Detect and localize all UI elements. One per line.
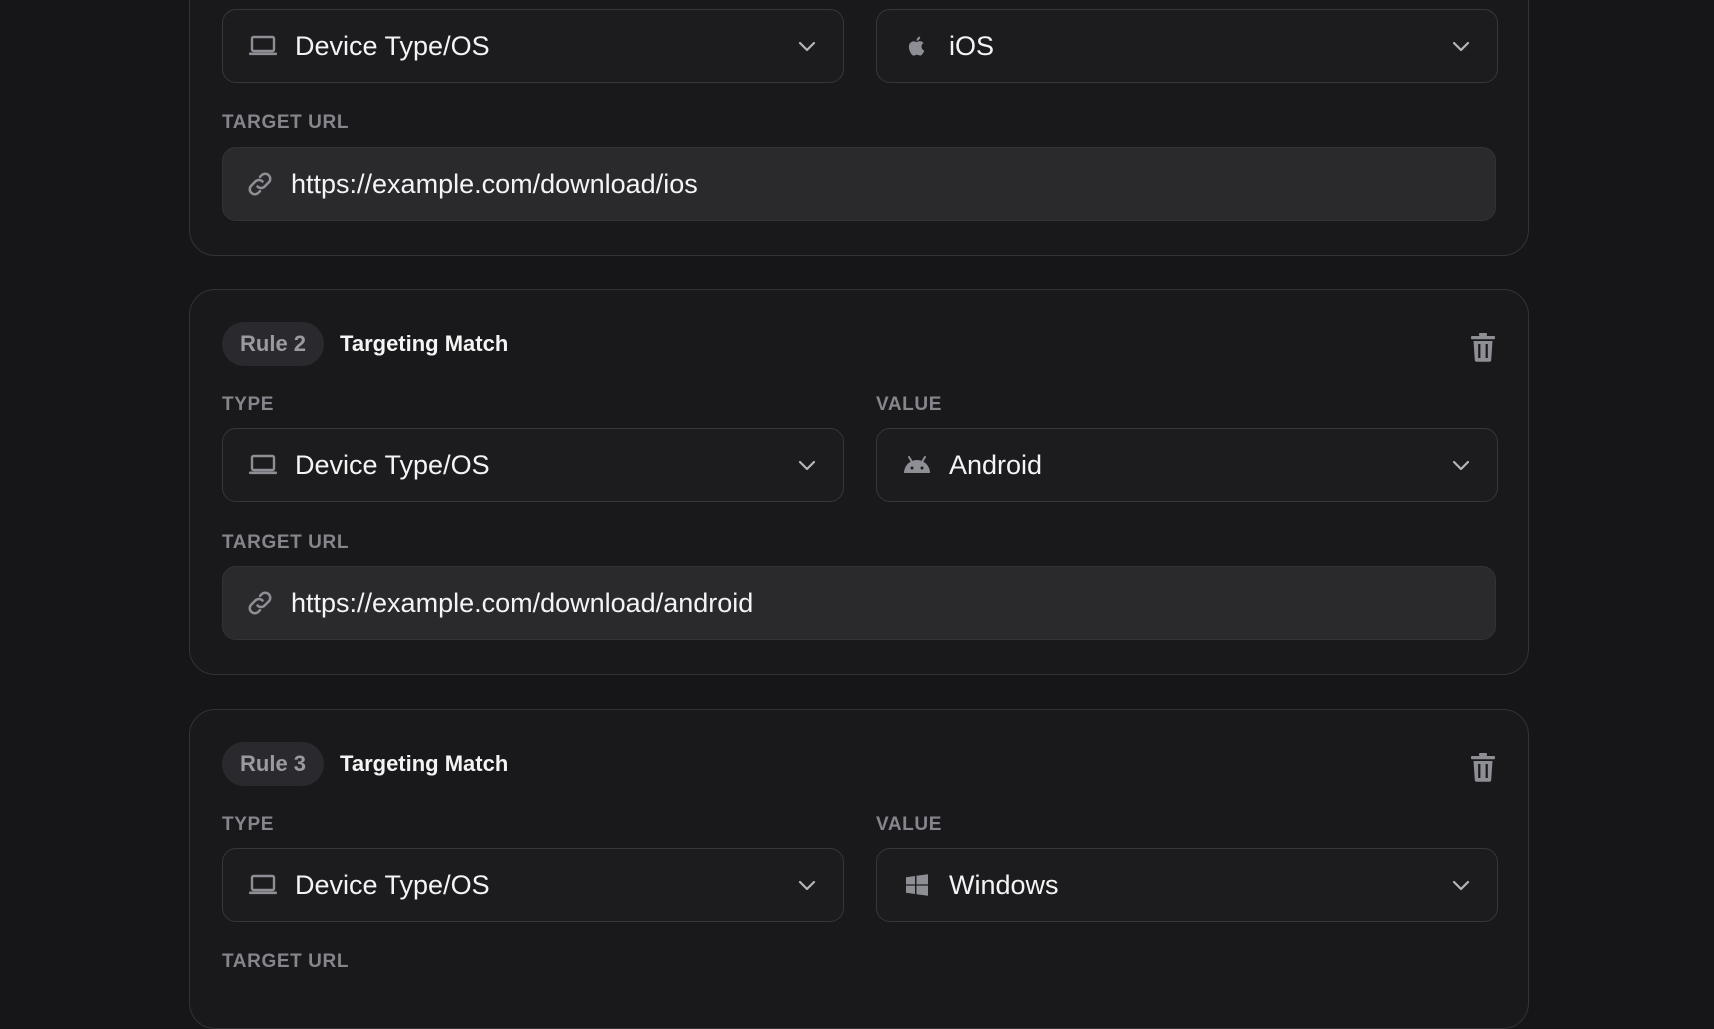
laptop-icon [247,32,279,60]
type-select-value: Device Type/OS [295,869,490,900]
value-select[interactable]: iOS [876,9,1498,83]
trash-icon [1471,753,1495,782]
chevron-down-icon [795,453,819,477]
delete-rule-button[interactable] [1470,332,1496,362]
delete-rule-button[interactable] [1470,752,1496,782]
rule-card-3: Rule 3 Targeting Match TYPE VALUE Device… [189,709,1529,1029]
chevron-down-icon [1449,34,1473,58]
laptop-icon [247,871,279,899]
rule-header: Rule 3 Targeting Match [222,742,508,786]
rule-title: Targeting Match [340,751,509,776]
trash-icon [1471,333,1495,362]
target-url-input[interactable] [289,167,1495,201]
type-select[interactable]: Device Type/OS [222,848,844,922]
type-label: TYPE [222,394,275,415]
value-select-value: iOS [949,30,995,61]
rule-number-badge: Rule 2 [222,322,325,366]
rule-header: Rule 2 Targeting Match [222,322,508,366]
laptop-icon [247,451,279,479]
rule-number-badge: Rule 3 [222,742,325,786]
chevron-down-icon [795,873,819,897]
target-url-label: TARGET URL [222,951,350,972]
apple-icon [901,32,933,60]
target-url-label: TARGET URL [222,532,350,553]
windows-icon [901,871,933,899]
chevron-down-icon [1449,453,1473,477]
android-icon [901,451,933,479]
rule-title: Targeting Match [340,331,509,356]
value-select-value: Windows [949,869,1059,900]
type-label: TYPE [222,814,275,835]
link-icon [245,168,277,200]
value-label: VALUE [876,394,942,415]
chevron-down-icon [795,34,819,58]
target-url-label: TARGET URL [222,112,350,133]
chevron-down-icon [1449,873,1473,897]
type-select-value: Device Type/OS [295,449,490,480]
value-select-value: Android [949,449,1043,480]
type-select[interactable]: Device Type/OS [222,428,844,502]
value-select[interactable]: Windows [876,848,1498,922]
target-url-field[interactable] [222,147,1496,221]
link-icon [245,587,277,619]
value-select[interactable]: Android [876,428,1498,502]
type-select[interactable]: Device Type/OS [222,9,844,83]
target-url-field[interactable] [222,566,1496,640]
rule-card-2: Rule 2 Targeting Match TYPE VALUE Device… [189,289,1529,675]
type-select-value: Device Type/OS [295,30,490,61]
value-label: VALUE [876,814,942,835]
rule-card-1: Device Type/OS iOS TARGET URL [189,0,1529,256]
target-url-input[interactable] [289,586,1495,620]
